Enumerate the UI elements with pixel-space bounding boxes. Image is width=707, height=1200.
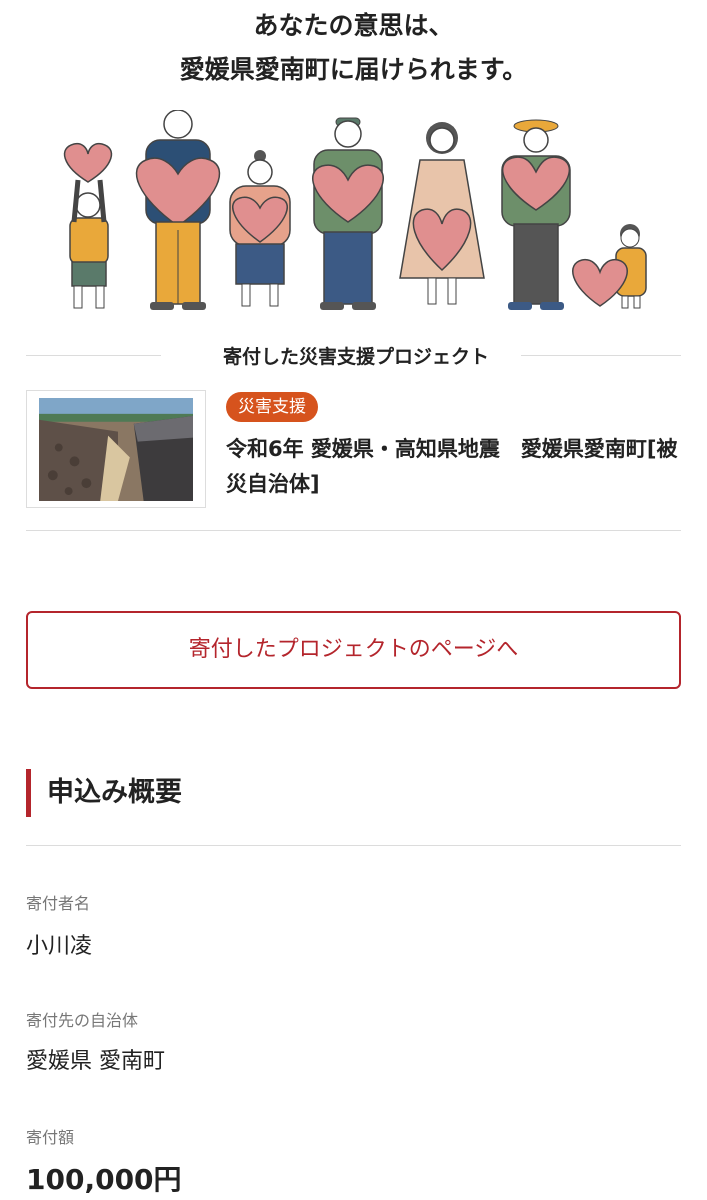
- damaged-stone-wall-photo: [39, 398, 193, 501]
- headline-line-1: あなたの意思は、: [253, 11, 454, 40]
- project-section-header: 寄付した災害支援プロジェクト: [26, 338, 681, 374]
- donor-name-value: 小川凌: [26, 934, 93, 959]
- section-divider-left: [26, 355, 161, 356]
- project-thumbnail: [26, 390, 206, 508]
- municipality-value: 愛媛県 愛南町: [26, 1049, 165, 1074]
- summary-divider: [26, 845, 681, 846]
- project-title[interactable]: 令和6年 愛媛県・高知県地震 愛媛県愛南町[被災自治体]: [226, 432, 686, 502]
- woman-in-dress-figure: [399, 122, 485, 305]
- man-with-cap-figure: [312, 117, 384, 310]
- project-section-title: 寄付した災害支援プロジェクト: [222, 346, 489, 368]
- project-card-divider: [26, 530, 681, 531]
- municipality-label: 寄付先の自治体: [26, 1011, 139, 1030]
- page-headline: あなたの意思は、 愛媛県愛南町に届けられます。: [0, 4, 707, 92]
- child-with-heart-figure: [63, 142, 113, 309]
- donor-name-label: 寄付者名: [26, 894, 91, 913]
- headline-line-2: 愛媛県愛南町に届けられます。: [179, 55, 528, 84]
- grandmother-figure: [229, 150, 291, 307]
- people-holding-hearts-illustration: [63, 110, 647, 310]
- project-card[interactable]: 災害支援 令和6年 愛媛県・高知県地震 愛媛県愛南町[被災自治体]: [26, 388, 681, 512]
- project-page-button[interactable]: 寄付したプロジェクトのページへ: [26, 611, 681, 689]
- category-badge: 災害支援: [226, 392, 318, 422]
- girl-with-heart-figure: [572, 224, 647, 309]
- donation-amount-value: 100,000円: [26, 1163, 182, 1196]
- man-in-blue-shirt-figure: [135, 110, 221, 310]
- section-divider-right: [521, 355, 681, 356]
- donation-amount-label: 寄付額: [26, 1128, 75, 1147]
- summary-heading: 申込み概要: [26, 769, 182, 817]
- man-with-hat-figure: [501, 119, 571, 310]
